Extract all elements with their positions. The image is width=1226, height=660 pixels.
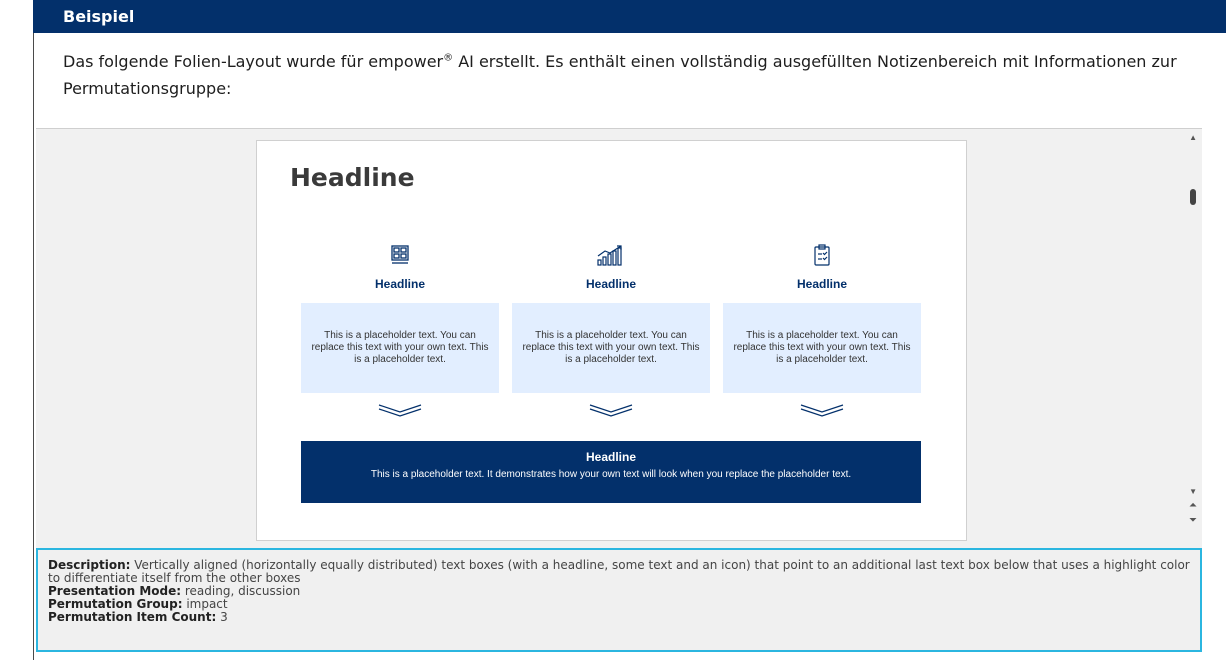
section-header: Beispiel <box>33 0 1226 33</box>
column-text-box: This is a placeholder text. You can repl… <box>512 303 710 393</box>
growth-chart-icon <box>512 241 710 269</box>
notes-panel: Description: Vertically aligned (horizon… <box>36 548 1202 652</box>
scroll-up-arrow-icon[interactable]: ▲ <box>1189 133 1197 142</box>
highlight-headline: Headline <box>585 450 636 464</box>
column-1: Headline This is a placeholder text. You… <box>301 241 499 423</box>
column-headline: Headline <box>585 277 636 291</box>
chevron-down-icon <box>512 403 710 423</box>
slide-viewer[interactable]: Headline Headline This is a placeholder … <box>36 128 1202 549</box>
clipboard-check-icon <box>723 241 921 269</box>
vertical-scrollbar[interactable]: ▲ ▼ ⏶ ⏷ <box>1184 129 1202 549</box>
column-3: Headline This is a placeholder text. You… <box>723 241 921 423</box>
slide-title: Headline <box>290 163 415 192</box>
column-text-box: This is a placeholder text. You can repl… <box>723 303 921 393</box>
grid-layout-icon <box>301 241 499 269</box>
scrollbar-thumb[interactable] <box>1190 189 1196 205</box>
next-page-icon[interactable]: ⏷ <box>1189 516 1197 526</box>
column-2: Headline This is a placeholder text. You… <box>512 241 710 423</box>
column-headline: Headline <box>796 277 847 291</box>
notes-permutation-count: Permutation Item Count: 3 <box>48 610 228 624</box>
column-text-box: This is a placeholder text. You can repl… <box>301 303 499 393</box>
slide-preview: Headline Headline This is a placeholder … <box>256 140 967 541</box>
chevron-down-icon <box>723 403 921 423</box>
scroll-down-arrow-icon[interactable]: ▼ <box>1189 487 1197 496</box>
notes-description: Description: Vertically aligned (horizon… <box>48 558 1190 585</box>
highlight-box: Headline This is a placeholder text. It … <box>301 441 921 503</box>
column-headline: Headline <box>374 277 425 291</box>
highlight-text: This is a placeholder text. It demonstra… <box>370 469 852 480</box>
previous-page-icon[interactable]: ⏶ <box>1189 501 1197 511</box>
chevron-down-icon <box>301 403 499 423</box>
intro-paragraph: Das folgende Folien-Layout wurde für emp… <box>63 52 1177 98</box>
